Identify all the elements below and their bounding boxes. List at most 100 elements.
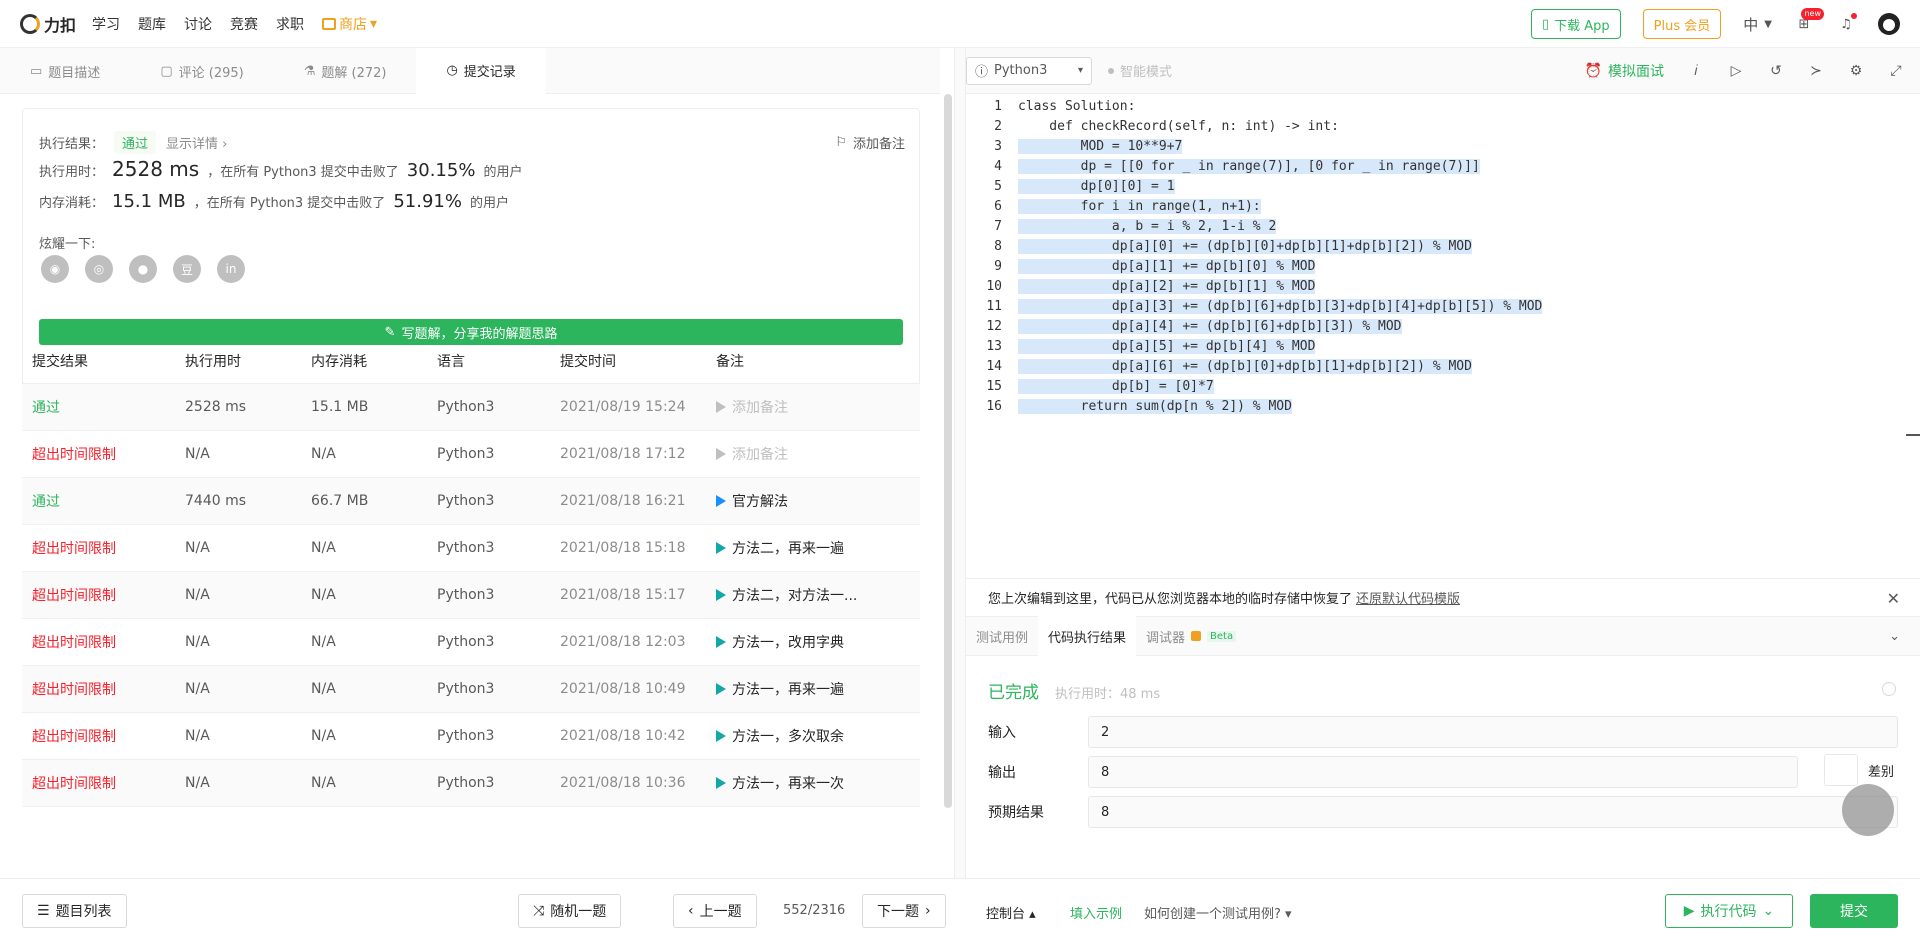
nav-link-store[interactable]: 商店 ▾ [322,14,377,34]
row-note[interactable]: 添加备注 [716,397,906,417]
undo-icon[interactable]: ↺ [1768,63,1784,79]
language-switcher[interactable]: 中 ▼ [1743,14,1772,35]
code-line: 12 dp[a][4] += (dp[b][6]+dp[b][3]) % MOD [966,316,1920,336]
editor-actions: ⏰ 模拟面试 𝑖 ▷ ↺ ≻ ⚙ ⤢ [1585,48,1904,94]
panel-splitter[interactable] [954,48,966,878]
tab-submissions[interactable]: ◷ 提交记录 [416,48,546,94]
nav-link-problems[interactable]: 题库 [138,14,166,34]
download-app-button[interactable]: ▯ 下载 App [1530,9,1621,39]
row-note[interactable]: 方法一，再来一遍 [716,679,906,699]
tab-debugger[interactable]: 调试器 Beta [1136,616,1246,656]
smart-mode-toggle[interactable]: 智能模式 [1108,61,1172,80]
output-label: 输出 [988,765,1016,781]
row-result[interactable]: 超出时间限制 [22,538,185,558]
diff-toggle[interactable]: 差别 [1823,754,1894,786]
info-icon[interactable]: 𝑖 [1688,63,1704,79]
terminal-icon[interactable]: ≻ [1808,63,1824,79]
tab-description[interactable]: ▭ 题目描述 [0,48,130,94]
table-row[interactable]: 通过 7440 ms 66.7 MB Python3 2021/08/18 16:21 官… [22,478,920,525]
download-app-label: 下载 App [1554,18,1610,34]
restore-default-link[interactable]: 还原默认代码模版 [1356,588,1460,607]
table-row[interactable]: 超出时间限制 N/A N/A Python3 2021/08/18 15:17 方法二，对… [22,572,920,619]
tab-testcase[interactable]: 测试用例 [966,616,1038,656]
output-box[interactable]: 8 [1088,756,1798,788]
new-feature-icon[interactable]: ⊞ new [1794,8,1824,34]
line-number: 9 [994,258,1002,274]
language-select[interactable]: ⓘ Python3 ▾ [966,56,1092,85]
chevron-down-icon[interactable]: ⌄ [1889,629,1900,644]
random-problem-button[interactable]: ⤨ 随机一题 [518,894,622,928]
row-result[interactable]: 超出时间限制 [22,632,185,652]
problem-list-button[interactable]: ☰ 题目列表 [22,894,127,928]
row-result[interactable]: 超出时间限制 [22,679,185,699]
fill-example-link[interactable]: 填入示例 [1070,903,1122,922]
table-row[interactable]: 超出时间限制 N/A N/A Python3 2021/08/18 10:49 方法一，再… [22,666,920,713]
run-code-button[interactable]: ▶ 执行代码 ⌄ [1665,894,1793,928]
row-note[interactable]: 方法一，再来一次 [716,773,906,793]
wechat-icon[interactable]: ◉ [41,255,69,283]
weibo-icon[interactable]: ◎ [85,255,113,283]
input-box[interactable]: 2 [1088,716,1898,748]
console-toggle[interactable]: 控制台 ▴ [986,903,1036,922]
tab-run-result[interactable]: 代码执行结果 [1038,616,1137,656]
memory-label: 内存消耗： [39,196,105,211]
row-runtime: N/A [185,634,210,650]
row-note[interactable]: 官方解法 [716,491,906,511]
next-problem-button[interactable]: 下一题 › [862,894,946,928]
row-note[interactable]: 方法一，改用字典 [716,632,906,652]
table-row[interactable]: 超出时间限制 N/A N/A Python3 2021/08/18 17:12 添加备注 [22,431,920,478]
row-result[interactable]: 超出时间限制 [22,773,185,793]
table-row[interactable]: 通过 2528 ms 15.1 MB Python3 2021/08/19 15:24 添… [22,384,920,431]
row-result[interactable]: 通过 [22,397,185,417]
row-result[interactable]: 超出时间限制 [22,444,185,464]
qq-icon[interactable]: ● [129,255,157,283]
bell-icon[interactable]: ♫ [1836,13,1857,34]
runtime-row: 执行用时： 2528 ms ，在所有 Python3 提交中击败了 30.15%… [39,157,522,181]
fullscreen-icon[interactable]: ⤢ [1888,63,1904,79]
row-result[interactable]: 超出时间限制 [22,726,185,746]
nav-link-contest[interactable]: 竞赛 [230,14,258,34]
play-icon[interactable]: ▷ [1728,63,1744,79]
row-result[interactable]: 通过 [22,491,185,511]
row-note[interactable]: 方法二，再来一遍 [716,538,906,558]
table-row[interactable]: 超出时间限制 N/A N/A Python3 2021/08/18 12:03 方法一，改… [22,619,920,666]
close-icon[interactable]: ✕ [1887,589,1900,608]
table-row[interactable]: 超出时间限制 N/A N/A Python3 2021/08/18 15:18 方法二，再… [22,525,920,572]
line-number: 10 [986,278,1002,294]
add-note-button[interactable]: ⚐ 添加备注 [835,133,905,152]
code-editor[interactable]: 1 class Solution: 2 def checkRecord(self, … [966,94,1920,626]
how-to-testcase-link[interactable]: 如何创建一个测试用例? ▾ [1144,903,1292,922]
floating-note-button[interactable] [1842,784,1894,836]
diff-switch[interactable] [1823,754,1858,786]
row-note[interactable]: 添加备注 [716,444,906,464]
avatar[interactable] [1878,13,1900,35]
table-row[interactable]: 超出时间限制 N/A N/A Python3 2021/08/18 10:36 方法一，再… [22,760,920,807]
submit-button[interactable]: 提交 [1810,894,1898,928]
douban-icon[interactable]: 豆 [173,255,201,283]
nav-link-discuss[interactable]: 讨论 [184,14,212,34]
shuffle-icon: ⤨ [533,903,545,919]
tab-solutions[interactable]: ⚗ 题解 (272) [274,48,417,94]
share-icons: ◉ ◎ ● 豆 in [41,255,245,283]
prev-problem-button[interactable]: ‹ 上一题 [673,894,757,928]
left-scrollbar[interactable] [944,94,952,808]
plus-member-button[interactable]: Plus 会员 [1642,9,1722,39]
code-line: 13 dp[a][5] += dp[b][4] % MOD [966,336,1920,356]
leetcode-logo[interactable]: 力扣 [20,12,76,36]
code-line: 10 dp[a][2] += dp[b][1] % MOD [966,276,1920,296]
nav-link-jobs[interactable]: 求职 [276,14,304,34]
show-details-link[interactable]: 显示详情 › [166,133,227,152]
mock-interview-button[interactable]: ⏰ 模拟面试 [1585,61,1664,81]
submissions-table: 提交结果 执行用时 内存消耗 语言 提交时间 备注 通过 2528 ms 15.1 … [22,338,920,807]
expected-box[interactable]: 8 [1088,796,1898,828]
nav-link-learn[interactable]: 学习 [92,14,120,34]
settings-icon[interactable]: ⚙ [1848,63,1864,79]
table-row[interactable]: 超出时间限制 N/A N/A Python3 2021/08/18 10:42 方法一，多… [22,713,920,760]
tab-comments[interactable]: ▢ 评论 (295) [130,48,273,94]
row-result[interactable]: 超出时间限制 [22,585,185,605]
linkedin-icon[interactable]: in [217,255,245,283]
help-icon[interactable] [1882,682,1896,696]
row-note[interactable]: 方法二，对方法一... [716,585,906,605]
how-to-label: 如何创建一个测试用例? [1144,907,1281,922]
row-note[interactable]: 方法一，多次取余 [716,726,906,746]
